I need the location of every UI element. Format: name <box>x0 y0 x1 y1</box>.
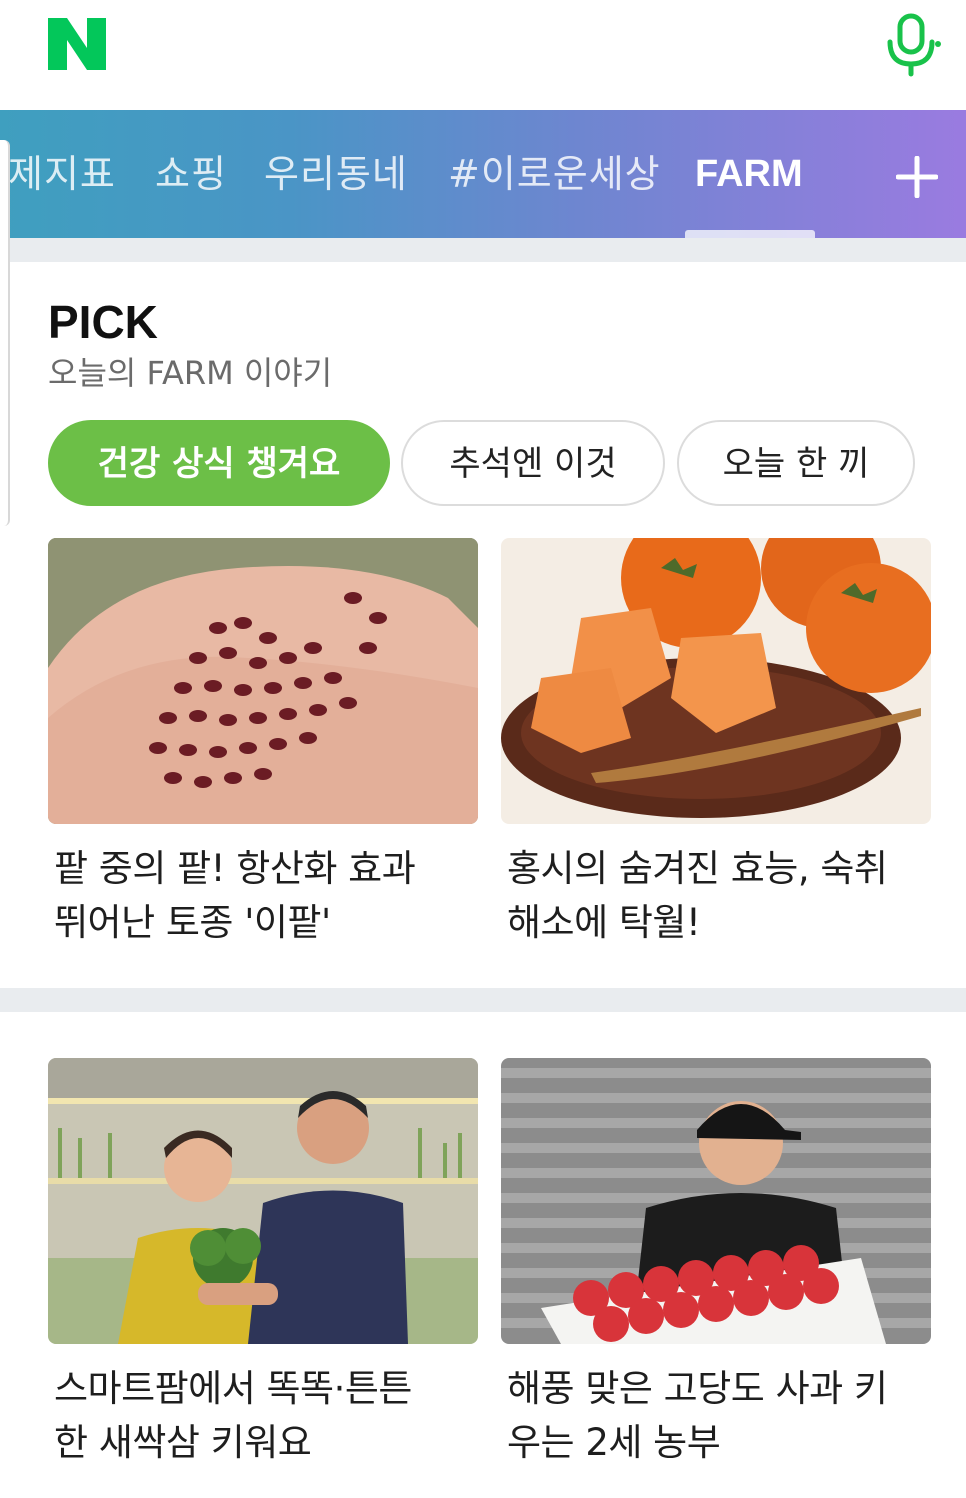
card-title-line: 홍시의 숨겨진 효능, 숙취 <box>507 847 888 890</box>
add-tab-icon[interactable] <box>896 156 938 198</box>
card-image-adzuki-beans[interactable] <box>48 538 478 824</box>
category-tabs: 제지표 쇼핑 우리동네 #이로운세상 FARM <box>0 110 966 238</box>
card-title-line: 팥 중의 팥! 항산화 효과 <box>54 847 416 890</box>
card-title-line: 우는 2세 농부 <box>507 1421 721 1464</box>
section-subtitle: 오늘의 FARM 이야기 <box>48 354 333 392</box>
chip-health-tips[interactable]: 건강 상식 챙겨요 <box>48 420 390 506</box>
section-title: PICK <box>48 296 158 348</box>
card-image-smartfarm[interactable] <box>48 1058 478 1344</box>
side-panel-edge[interactable] <box>0 140 10 526</box>
card-title-line: 한 새싹삼 키워요 <box>54 1421 312 1464</box>
card-title-line: 스마트팜에서 똑똑·튼튼 <box>54 1367 412 1410</box>
chip-todays-meal[interactable]: 오늘 한 끼 <box>677 420 915 506</box>
naver-logo[interactable] <box>48 18 106 70</box>
top-bar <box>0 0 966 110</box>
card-title-line: 해소에 탁월! <box>507 901 701 944</box>
tab-neighborhood[interactable]: 우리동네 <box>264 150 408 198</box>
card-image-persimmons[interactable] <box>501 538 931 824</box>
apple-farmer-photo <box>501 1058 931 1344</box>
card-title-adzuki[interactable]: 팥 중의 팥! 항산화 효과 뛰어난 토종 '이팥' <box>54 842 474 950</box>
tab-beneficial-world[interactable]: #이로운세상 <box>448 150 661 198</box>
section-divider <box>0 988 966 1012</box>
active-tab-indicator <box>685 230 815 238</box>
chip-chuseok[interactable]: 추석엔 이것 <box>401 420 665 506</box>
tab-farm[interactable]: FARM <box>695 150 803 198</box>
card-image-apple-farmer[interactable] <box>501 1058 931 1344</box>
card-title-line: 뛰어난 토종 '이팥' <box>54 901 331 944</box>
persimmons-photo <box>501 538 931 824</box>
card-title-line: 해풍 맞은 고당도 사과 키 <box>507 1367 888 1410</box>
card-title-persimmon[interactable]: 홍시의 숨겨진 효능, 숙취 해소에 탁월! <box>507 842 927 950</box>
section-divider <box>0 238 966 262</box>
card-title-apple-farmer[interactable]: 해풍 맞은 고당도 사과 키 우는 2세 농부 <box>507 1362 927 1470</box>
card-title-smartfarm[interactable]: 스마트팜에서 똑똑·튼튼 한 새싹삼 키워요 <box>54 1362 474 1470</box>
tab-shopping[interactable]: 쇼핑 <box>155 150 227 198</box>
smartfarm-couple-photo <box>48 1058 478 1344</box>
microphone-icon[interactable] <box>880 12 942 78</box>
tab-economy[interactable]: 제지표 <box>8 150 116 198</box>
adzuki-beans-photo <box>48 538 478 824</box>
